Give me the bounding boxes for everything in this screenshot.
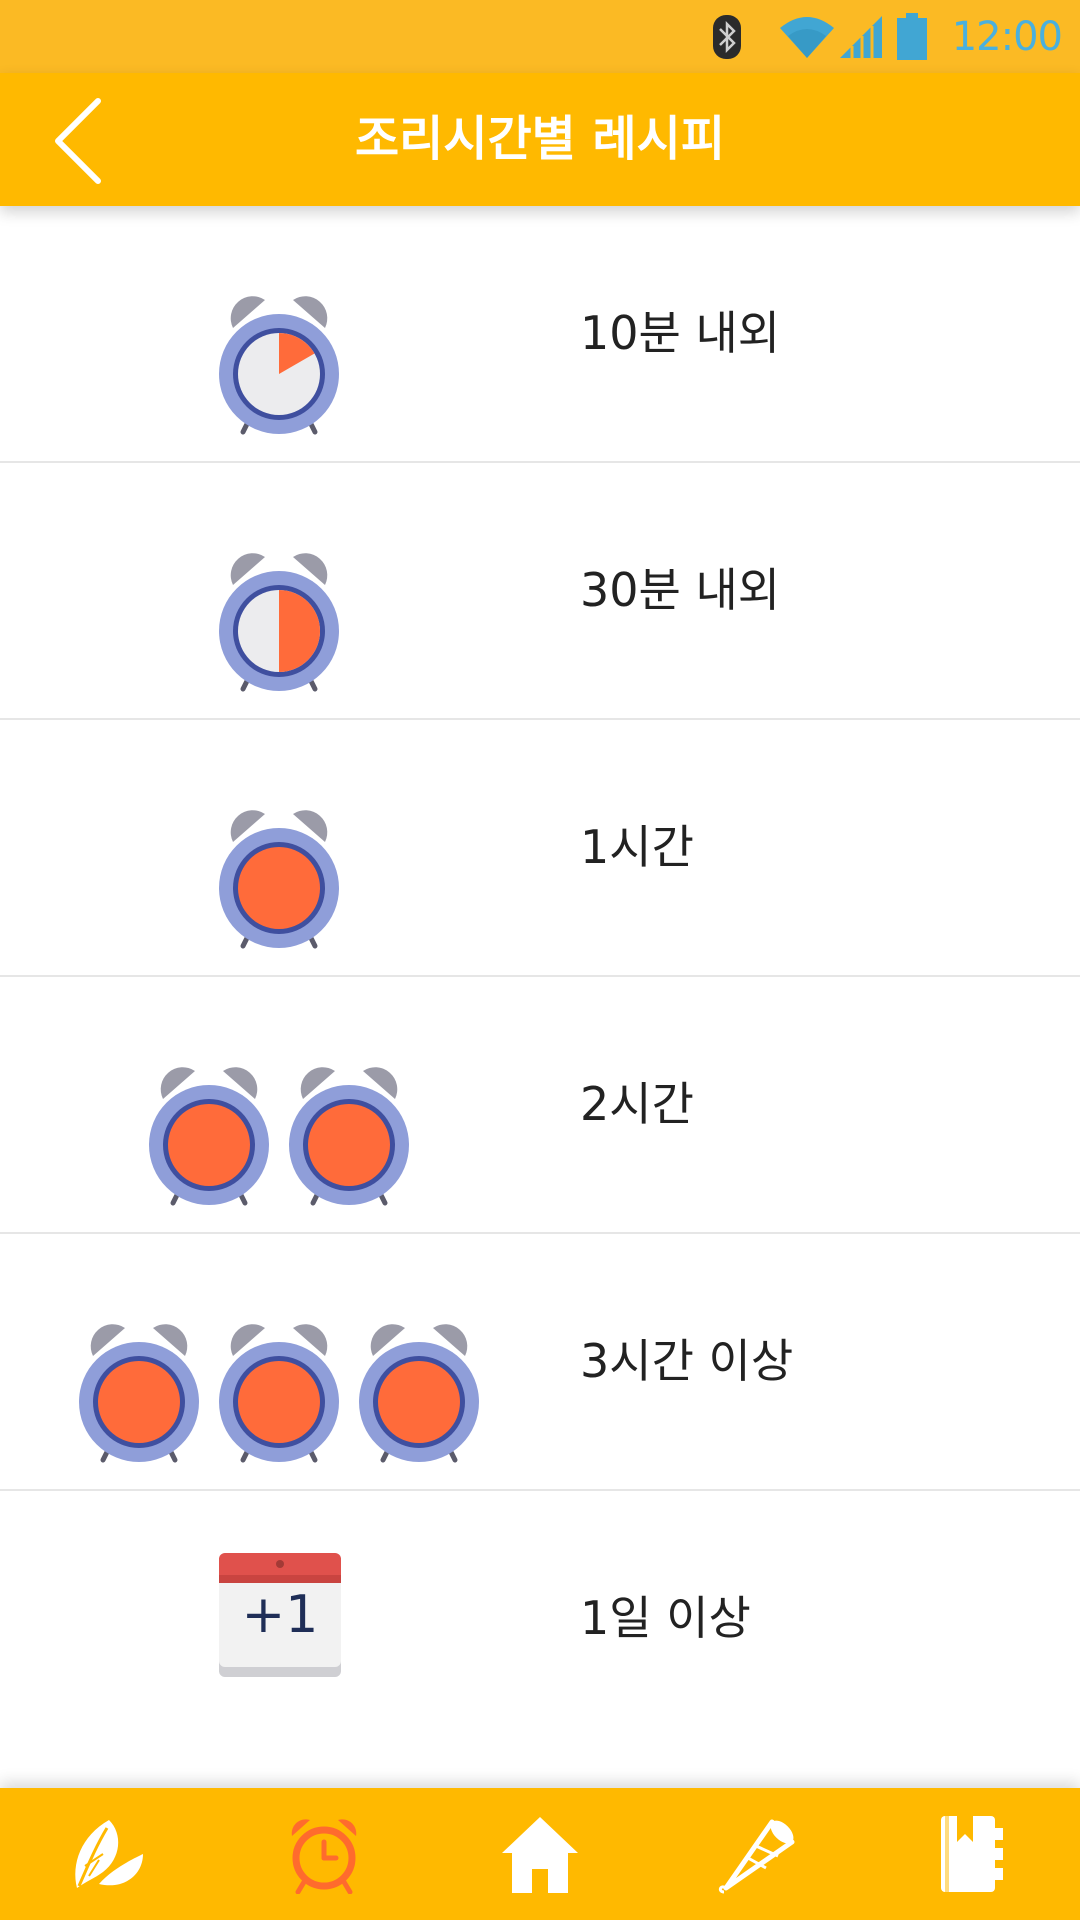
list-item-label: 1일 이상: [580, 1591, 751, 1645]
list-item-label: 2시간: [580, 1077, 694, 1131]
wifi-icon: [778, 14, 836, 60]
status-time: 12:00: [951, 13, 1063, 60]
list-item-1day-plus[interactable]: +1 1일 이상: [0, 1491, 1080, 1746]
list-item-2hours[interactable]: 2시간: [0, 977, 1080, 1234]
bluetooth-icon: [712, 14, 742, 60]
nav-item-leaf[interactable]: [48, 1799, 168, 1909]
notebook-icon: [941, 1816, 1003, 1892]
home-icon: [502, 1817, 578, 1893]
two-alarm-clocks-icon: [0, 977, 420, 1232]
three-alarm-clocks-icon: [0, 1234, 420, 1489]
nav-item-party[interactable]: [696, 1799, 816, 1909]
list-item-label: 1시간: [580, 820, 694, 874]
list-item-30min[interactable]: 30분 내외: [0, 463, 1080, 720]
status-bar: 12:00: [0, 0, 1080, 73]
bottom-nav: [0, 1788, 1080, 1920]
leaf-icon: [75, 1820, 143, 1888]
app-bar: 조리시간별 레시피: [0, 73, 1080, 206]
alarm-clock-full-icon: [0, 720, 420, 975]
calendar-badge: +1: [241, 1585, 319, 1645]
status-icons: 12:00: [712, 8, 1063, 65]
page-title: 조리시간별 레시피: [355, 111, 725, 167]
battery-icon: [896, 12, 928, 61]
party-horn-icon: [718, 1819, 795, 1894]
list-item-10min[interactable]: 10분 내외: [0, 206, 1080, 463]
list-item-label: 10분 내외: [580, 306, 781, 360]
cooking-time-list: 10분 내외 30분 내외 1시간 2시간 3시간 이상 +1 1일 이상: [0, 206, 1080, 1746]
nav-item-notebook[interactable]: [912, 1799, 1032, 1909]
list-item-1hour[interactable]: 1시간: [0, 720, 1080, 977]
alarm-clock-sixth-icon: [0, 206, 420, 461]
cell-signal-icon: [838, 14, 884, 60]
list-item-label: 30분 내외: [580, 563, 781, 617]
alarm-clock-icon: [291, 1819, 357, 1894]
calendar-plus-one-icon: +1: [0, 1491, 420, 1746]
list-item-label: 3시간 이상: [580, 1334, 794, 1388]
list-item-3hours-plus[interactable]: 3시간 이상: [0, 1234, 1080, 1491]
alarm-clock-half-icon: [0, 463, 420, 718]
nav-item-alarm[interactable]: [264, 1799, 384, 1909]
nav-item-home[interactable]: [480, 1799, 600, 1909]
